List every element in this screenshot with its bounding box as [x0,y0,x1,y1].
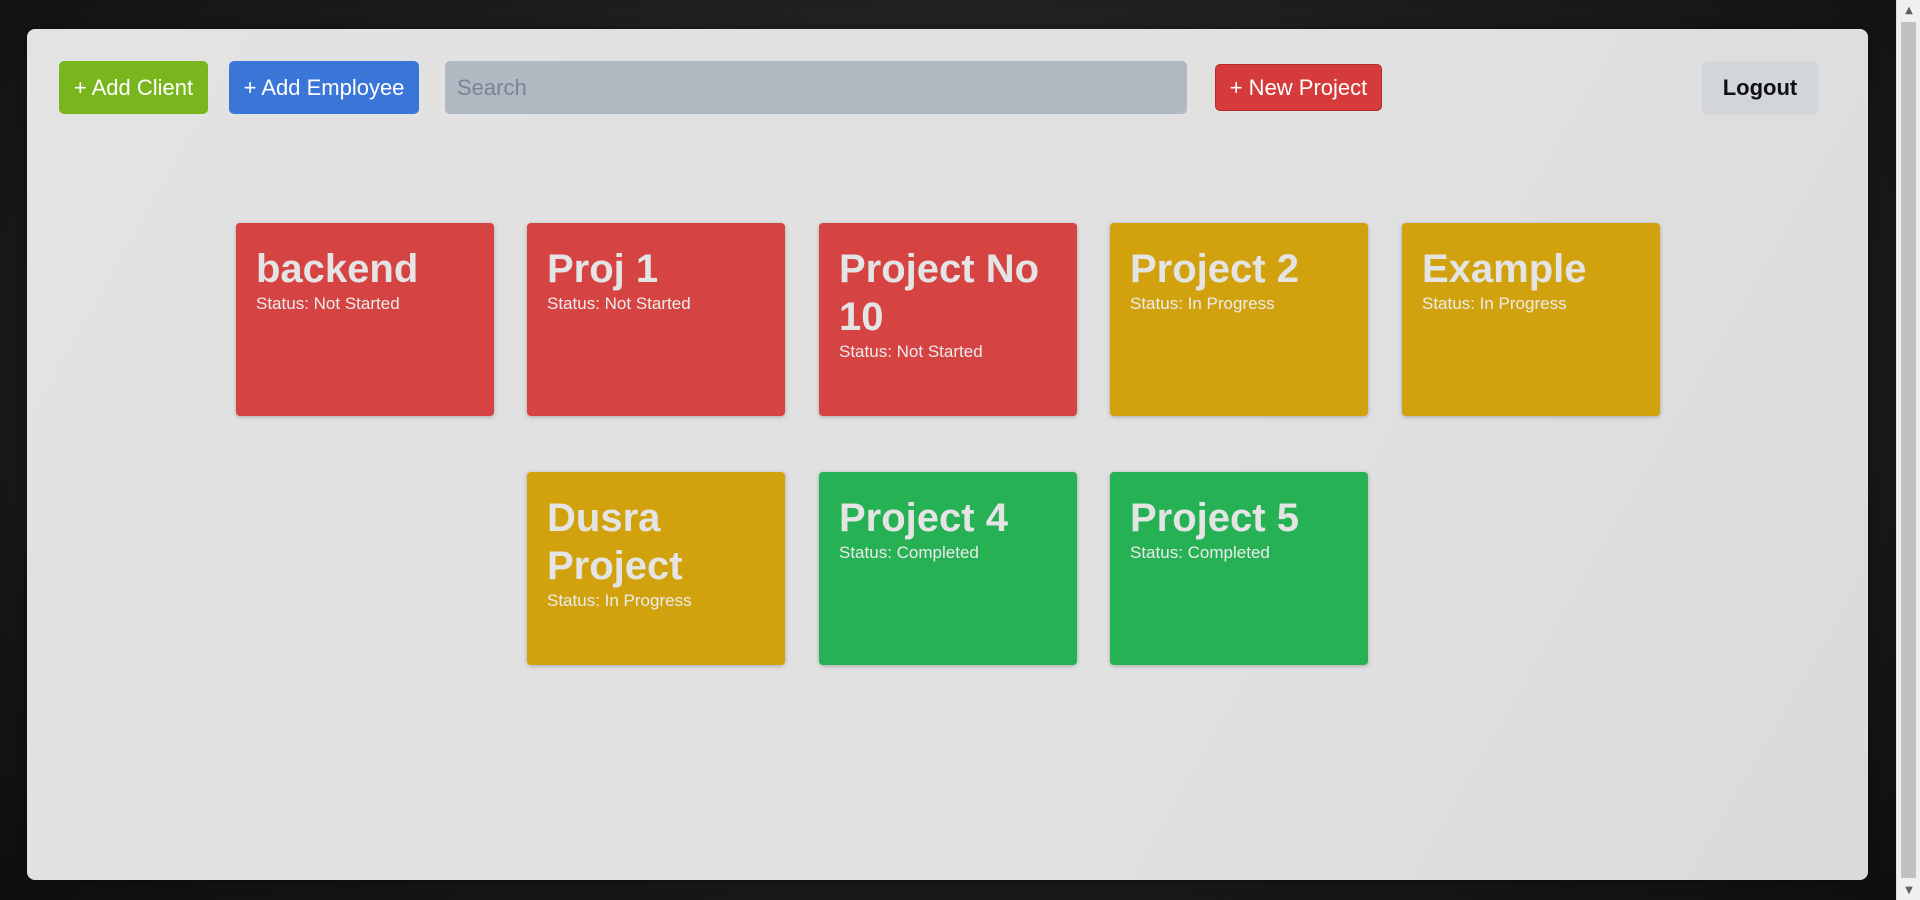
logout-button[interactable]: Logout [1702,61,1818,115]
add-client-button[interactable]: + Add Client [59,61,208,114]
add-employee-button[interactable]: + Add Employee [229,61,419,114]
status-prefix: Status: [547,591,600,610]
status-value: Completed [1187,543,1270,562]
vertical-scrollbar[interactable]: ▲ ▼ [1896,0,1920,900]
status-prefix: Status: [1130,294,1183,313]
status-prefix: Status: [839,342,892,361]
search-input[interactable] [445,61,1187,114]
status-prefix: Status: [547,294,600,313]
project-status: Status: Not Started [547,294,765,314]
status-value: Completed [896,543,979,562]
project-card[interactable]: Project 5 Status: Completed [1110,472,1368,665]
status-value: In Progress [1479,294,1567,313]
project-title: Dusra Project [547,496,683,588]
project-status: Status: Completed [1130,543,1348,563]
project-card[interactable]: Example Status: In Progress [1402,223,1660,416]
project-status: Status: In Progress [1130,294,1348,314]
project-status: Status: Not Started [256,294,474,314]
project-title: backend [256,247,419,291]
project-title: Project No 10 [839,247,1040,339]
status-prefix: Status: [1422,294,1475,313]
project-status: Status: In Progress [547,591,765,611]
project-card[interactable]: Proj 1 Status: Not Started [527,223,785,416]
scroll-down-arrow-icon[interactable]: ▼ [1897,880,1920,900]
dashboard-panel: + Add Client + Add Employee + New Projec… [27,29,1868,880]
page-viewport: + Add Client + Add Employee + New Projec… [0,0,1896,900]
scroll-up-arrow-icon[interactable]: ▲ [1897,0,1920,20]
project-title: Project 5 [1130,496,1299,540]
status-value: In Progress [604,591,692,610]
project-title: Proj 1 [547,247,659,291]
status-value: Not Started [896,342,983,361]
project-title: Project 2 [1130,247,1299,291]
project-status: Status: Completed [839,543,1057,563]
status-value: Not Started [604,294,691,313]
project-card[interactable]: backend Status: Not Started [236,223,494,416]
status-prefix: Status: [839,543,892,562]
project-status: Status: In Progress [1422,294,1640,314]
project-title: Example [1422,247,1587,291]
project-card[interactable]: Project 2 Status: In Progress [1110,223,1368,416]
project-card[interactable]: Project 4 Status: Completed [819,472,1077,665]
status-prefix: Status: [1130,543,1183,562]
status-value: In Progress [1187,294,1275,313]
scrollbar-thumb[interactable] [1901,22,1916,878]
project-card[interactable]: Project No 10 Status: Not Started [819,223,1077,416]
project-title: Project 4 [839,496,1008,540]
status-value: Not Started [313,294,400,313]
project-status: Status: Not Started [839,342,1057,362]
project-card[interactable]: Dusra Project Status: In Progress [527,472,785,665]
new-project-button[interactable]: + New Project [1215,64,1382,111]
status-prefix: Status: [256,294,309,313]
